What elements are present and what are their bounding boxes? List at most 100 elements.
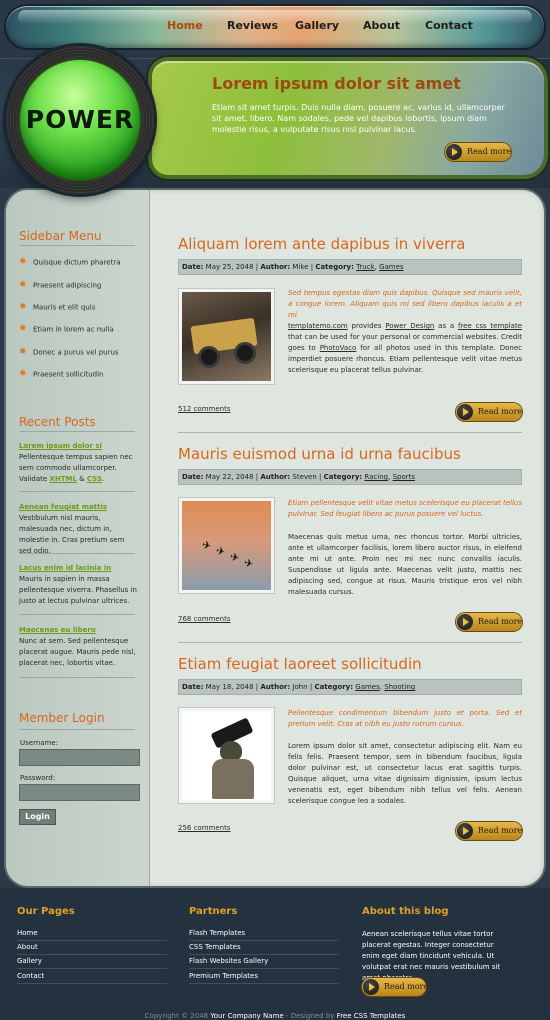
recent-post-text: Vestibulum nisl mauris, malesuada nec, d… <box>19 514 125 555</box>
recent-post-text: Nunc at sem. Sed pellentesque placerat a… <box>19 637 136 667</box>
category-link[interactable]: Racing <box>364 473 388 481</box>
banner-text: Etiam sit amet turpis. Duis nulla diam, … <box>212 103 505 134</box>
sidebar-menu-item[interactable]: ✸ Quisque dictum pharetra <box>19 258 121 272</box>
footer-read-more-button[interactable]: Read more <box>362 978 428 996</box>
post-title[interactable]: Etiam feugiat laoreet sollicitudin <box>178 655 422 673</box>
sidebar-menu-title: Sidebar Menu <box>19 229 102 243</box>
post-date: May 25, 2048 <box>205 263 254 271</box>
nav-item-contact[interactable]: Contact <box>425 19 473 32</box>
banner-read-more-button[interactable]: Read more <box>445 143 511 161</box>
category-link[interactable]: Games <box>379 263 404 271</box>
category-link[interactable]: Truck <box>356 263 374 271</box>
star-bullet-icon: ✸ <box>19 369 27 379</box>
free-css-template-link[interactable]: free css template <box>458 322 522 330</box>
company-link[interactable]: Your Company Name <box>210 1012 283 1020</box>
css-link[interactable]: CSS <box>87 475 102 483</box>
truck-wheel <box>234 342 256 364</box>
footer-link-home[interactable]: Home <box>17 929 38 937</box>
username-label: Username: <box>20 739 59 747</box>
post-meta-bar: Date: May 18, 2048 | Author: John | Cate… <box>178 679 522 695</box>
jet-icon: ✈ <box>228 550 241 565</box>
nav-item-reviews[interactable]: Reviews <box>227 19 278 32</box>
post-image-jets[interactable]: ✈ ✈ ✈ ✈ <box>178 497 275 594</box>
divider <box>17 954 167 955</box>
period: . <box>101 475 105 483</box>
divider <box>19 729 135 730</box>
star-bullet-icon: ✸ <box>19 280 27 290</box>
post-title[interactable]: Aliquam lorem ante dapibus in viverra <box>178 235 465 253</box>
post-body: templatemo.com provides Power Design as … <box>288 322 523 374</box>
post-author: Mike <box>292 263 309 271</box>
helmet-shape <box>220 741 242 761</box>
recent-post: Lacus enim id lacinia in Mauris in sapie… <box>19 563 137 607</box>
jet-icon: ✈ <box>214 544 227 559</box>
sidebar-menu-item[interactable]: ✸ Etiam in lorem ac nulla <box>19 325 114 339</box>
footer-link-contact[interactable]: Contact <box>17 972 44 980</box>
footer-link-gallery[interactable]: Gallery <box>17 957 42 965</box>
divider <box>17 940 167 941</box>
sidebar-menu-item[interactable]: ✸ Donec a purus vel purus <box>19 348 119 362</box>
post-body: Lorem ipsum dolor sit amet, consectetur … <box>288 742 522 805</box>
divider <box>19 553 135 554</box>
play-arrow-icon <box>457 614 473 630</box>
templatemo-link[interactable]: templatemo.com <box>288 322 348 330</box>
footer-link-flash-templates[interactable]: Flash Templates <box>189 929 245 937</box>
post-title[interactable]: Mauris euismod urna id urna faucibus <box>178 445 461 463</box>
divider <box>17 968 167 969</box>
nav-item-gallery[interactable]: Gallery <box>295 19 339 32</box>
recent-post-title[interactable]: Aenean feugiat mattis <box>19 503 107 511</box>
divider <box>189 954 339 955</box>
divider <box>178 642 522 643</box>
post-image-soldier[interactable] <box>178 707 275 804</box>
post-meta-bar: Date: May 22, 2048 | Author: Steven | Ca… <box>178 469 522 485</box>
post-read-more-button[interactable]: Read more <box>456 613 522 631</box>
recent-post-text: Mauris in sapien in massa pellentesque v… <box>19 575 137 605</box>
post-comments-link[interactable]: 768 comments <box>178 615 231 623</box>
banner-title: Lorem ipsum dolor sit amet <box>212 74 461 93</box>
nav-item-about[interactable]: About <box>363 19 400 32</box>
post-body: Maecenas quis metus urna, nec rhoncus to… <box>288 533 522 596</box>
divider <box>19 245 135 246</box>
recent-post-title[interactable]: Lacus enim id lacinia in <box>19 564 111 572</box>
divider <box>19 431 135 432</box>
nav-item-home[interactable]: Home <box>167 19 203 32</box>
xhtml-link[interactable]: XHTML <box>49 475 76 483</box>
jet-icon: ✈ <box>200 538 213 553</box>
username-field[interactable] <box>19 749 140 766</box>
footer-link-css-templates[interactable]: CSS Templates <box>189 943 241 951</box>
read-more-label: Read more <box>467 147 512 156</box>
login-button[interactable]: Login <box>19 809 56 825</box>
star-bullet-icon: ✸ <box>19 302 27 312</box>
post-comments-link[interactable]: 512 comments <box>178 405 231 413</box>
category-link[interactable]: Shooting <box>384 683 415 691</box>
site-logo[interactable]: POWER <box>20 105 140 134</box>
footer-link-premium-templates[interactable]: Premium Templates <box>189 972 258 980</box>
divider <box>19 677 135 678</box>
post-author: Steven <box>292 473 317 481</box>
post-image-truck[interactable] <box>178 288 275 385</box>
post-read-more-button[interactable]: Read more <box>456 822 522 840</box>
divider <box>19 491 135 492</box>
divider <box>17 983 167 984</box>
photovaco-link[interactable]: PhotoVaco <box>320 344 357 352</box>
star-bullet-icon: ✸ <box>19 347 27 357</box>
post-read-more-button[interactable]: Read more <box>456 403 522 421</box>
sidebar-menu-item[interactable]: ✸ Praesent adipiscing <box>19 281 101 295</box>
sidebar-menu-item[interactable]: ✸ Praesent sollicitudin <box>19 370 104 384</box>
footer-link-flash-websites[interactable]: Flash Websites Gallery <box>189 957 268 965</box>
post-author: John <box>292 683 308 691</box>
password-field[interactable] <box>19 784 140 801</box>
category-link[interactable]: Sports <box>393 473 415 481</box>
category-link[interactable]: Games <box>355 683 380 691</box>
post-meta-bar: Date: May 25, 2048 | Author: Mike | Cate… <box>178 259 522 275</box>
post-intro: Etiam pellentesque velit vitae metus sce… <box>288 499 522 518</box>
designer-link[interactable]: Free CSS Templates <box>337 1012 406 1020</box>
power-design-link[interactable]: Power Design <box>385 322 434 330</box>
footer-pages-title: Our Pages <box>17 906 75 917</box>
sidebar-menu-item[interactable]: ✸ Mauris et elit quis <box>19 303 95 317</box>
recent-post-title[interactable]: Maecenas eu libero <box>19 626 96 634</box>
divider <box>189 940 339 941</box>
recent-post-title[interactable]: Lorem ipsum dolor si <box>19 442 102 450</box>
post-comments-link[interactable]: 256 comments <box>178 824 231 832</box>
footer-link-about[interactable]: About <box>17 943 38 951</box>
